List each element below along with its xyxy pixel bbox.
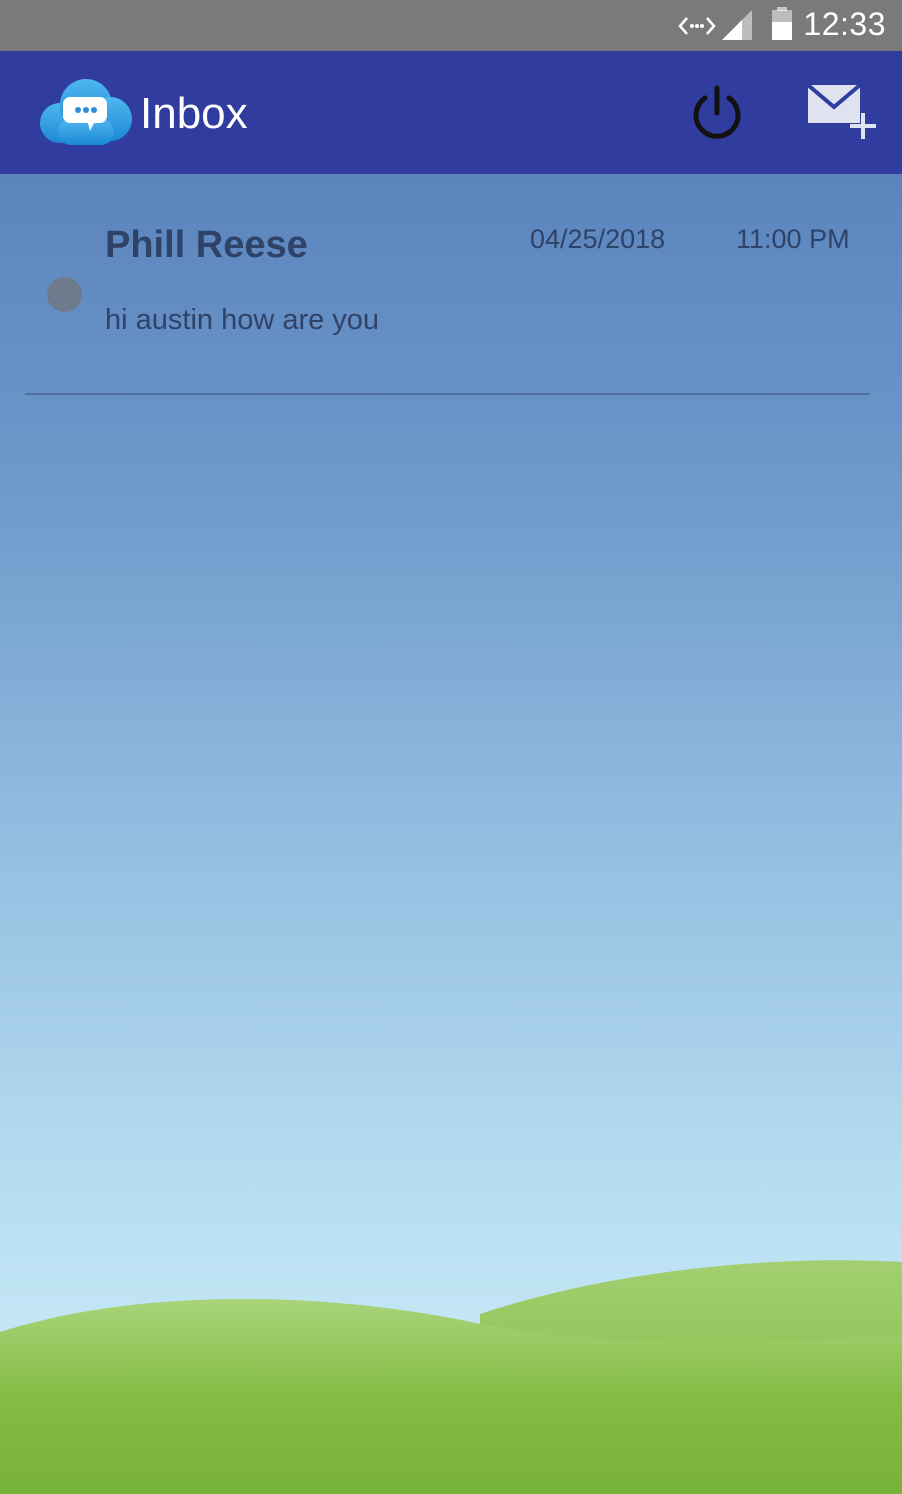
compose-mail-icon <box>806 83 876 139</box>
divider <box>25 393 870 395</box>
app-bar: Inbox <box>0 51 902 174</box>
message-row[interactable]: Phill Reese 04/25/2018 11:00 PM hi austi… <box>0 174 902 395</box>
status-bar: 12:33 <box>0 0 902 51</box>
inbox-content: Phill Reese 04/25/2018 11:00 PM hi austi… <box>0 174 902 1494</box>
compose-message-button[interactable] <box>802 79 880 145</box>
message-date: 04/25/2018 <box>530 224 666 254</box>
chat-cloud-logo <box>40 79 132 145</box>
power-icon <box>693 85 741 139</box>
status-dot <box>47 277 82 312</box>
signal-icon <box>722 10 752 40</box>
battery-icon <box>772 7 792 40</box>
page-title: Inbox <box>140 89 248 138</box>
message-preview: hi austin how are you <box>105 304 380 336</box>
hills-background <box>0 1260 902 1494</box>
message-time: 11:00 PM <box>736 224 850 254</box>
message-sender: Phill Reese <box>105 224 308 266</box>
logout-button[interactable] <box>686 83 748 145</box>
data-transfer-icon <box>678 17 716 35</box>
status-time: 12:33 <box>803 6 886 42</box>
